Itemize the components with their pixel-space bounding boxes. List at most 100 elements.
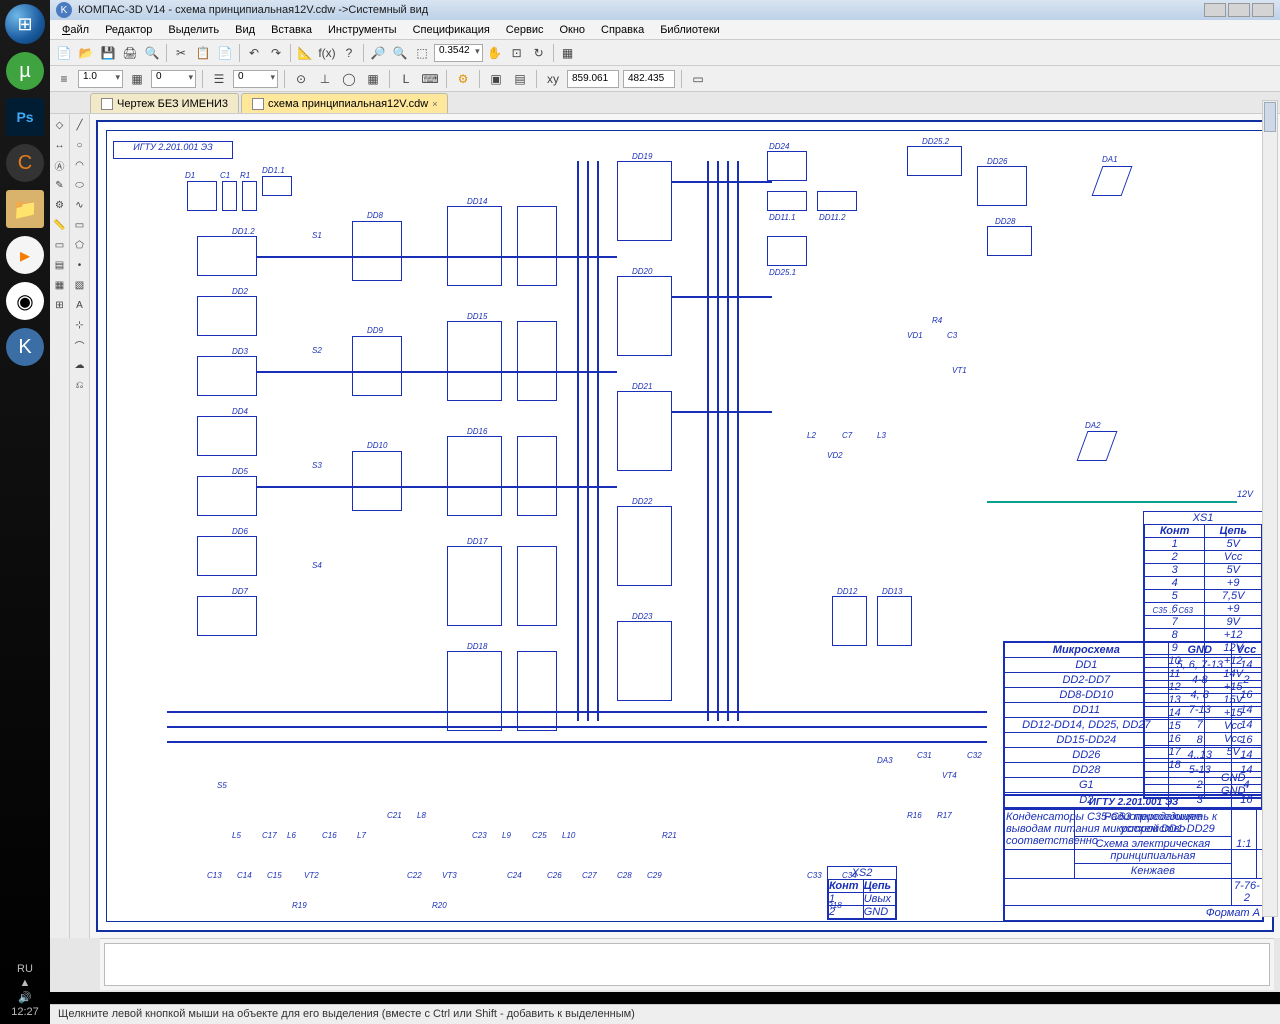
- open-button[interactable]: 📂: [76, 43, 96, 63]
- grid-button[interactable]: ▦: [127, 69, 147, 89]
- taskbar-app-explorer[interactable]: 📁: [6, 190, 44, 228]
- zoom-region-button[interactable]: ⬚: [412, 43, 432, 63]
- separator: [446, 70, 447, 88]
- menu-view[interactable]: Вид: [227, 22, 263, 38]
- axis-icon[interactable]: ⊹: [71, 316, 89, 334]
- menu-service[interactable]: Сервис: [498, 22, 552, 38]
- menu-help[interactable]: Справка: [593, 22, 652, 38]
- views-button[interactable]: ▦: [558, 43, 578, 63]
- layer-combo[interactable]: 0: [233, 70, 278, 88]
- close-button[interactable]: [1252, 3, 1274, 17]
- menu-spec[interactable]: Спецификация: [405, 22, 498, 38]
- hatch-icon[interactable]: ▧: [71, 276, 89, 294]
- tray-icon[interactable]: ▲: [0, 977, 50, 989]
- pan-button[interactable]: ✋: [485, 43, 505, 63]
- dimension-icon[interactable]: ↔: [51, 136, 69, 154]
- preview-button[interactable]: 🔍: [142, 43, 162, 63]
- cloud-icon[interactable]: ☁: [71, 356, 89, 374]
- zoom-in-button[interactable]: 🔎: [368, 43, 388, 63]
- variables-button[interactable]: f(x): [317, 43, 337, 63]
- geometry-icon[interactable]: ◇: [51, 116, 69, 134]
- coord-x-field[interactable]: [567, 70, 619, 88]
- local-cs-button[interactable]: L: [396, 69, 416, 89]
- ortho-button[interactable]: ⊥: [315, 69, 335, 89]
- paste-button[interactable]: 📄: [215, 43, 235, 63]
- component-block: [352, 221, 402, 281]
- step-combo[interactable]: 0: [151, 70, 196, 88]
- menu-window[interactable]: Окно: [551, 22, 593, 38]
- scrollbar-thumb[interactable]: [1264, 114, 1276, 132]
- param-icon[interactable]: ⚙: [51, 196, 69, 214]
- curve-icon[interactable]: ⌒: [71, 336, 89, 354]
- grid-snap-button[interactable]: ▦: [363, 69, 383, 89]
- rect-icon[interactable]: ▭: [71, 216, 89, 234]
- scale-combo[interactable]: 1.0: [78, 70, 123, 88]
- taskbar-app-chrome[interactable]: ◉: [6, 282, 44, 320]
- input-button[interactable]: ⌨: [420, 69, 440, 89]
- taskbar-app-kompas[interactable]: K: [6, 328, 44, 366]
- print-button[interactable]: 🖨: [120, 43, 140, 63]
- redraw-button[interactable]: ↻: [529, 43, 549, 63]
- layer-button[interactable]: ☰: [209, 69, 229, 89]
- menu-file[interactable]: ФФайлайл: [54, 22, 97, 38]
- insert-icon[interactable]: ⊞: [51, 296, 69, 314]
- menu-tools[interactable]: Инструменты: [320, 22, 405, 38]
- text-icon[interactable]: A: [71, 296, 89, 314]
- edit-icon[interactable]: ✎: [51, 176, 69, 194]
- help-button[interactable]: ?: [339, 43, 359, 63]
- designation-icon[interactable]: Ⓐ: [51, 156, 69, 174]
- document-tab-active[interactable]: схема принципиальная12V.cdw ×: [241, 93, 448, 113]
- language-indicator[interactable]: RU: [0, 963, 50, 975]
- menu-select[interactable]: Выделить: [160, 22, 227, 38]
- point-icon[interactable]: •: [71, 256, 89, 274]
- reports-icon[interactable]: ▦: [51, 276, 69, 294]
- menu-libraries[interactable]: Библиотеки: [652, 22, 728, 38]
- tray-icon[interactable]: 🔊: [0, 991, 50, 1004]
- clock[interactable]: 12:27: [0, 1006, 50, 1018]
- misc-button[interactable]: ▭: [688, 69, 708, 89]
- save-button[interactable]: 💾: [98, 43, 118, 63]
- undo-button[interactable]: ↶: [244, 43, 264, 63]
- start-button[interactable]: ⊞: [5, 4, 45, 44]
- cut-button[interactable]: ✂: [171, 43, 191, 63]
- menu-insert[interactable]: Вставка: [263, 22, 320, 38]
- zoom-combo[interactable]: 0.3542: [434, 44, 483, 62]
- redo-button[interactable]: ↷: [266, 43, 286, 63]
- coord-y-field[interactable]: [623, 70, 675, 88]
- snap-settings-button[interactable]: ⚙: [453, 69, 473, 89]
- measure-icon[interactable]: 📏: [51, 216, 69, 234]
- tab-close-icon[interactable]: ×: [432, 99, 437, 109]
- arc-icon[interactable]: ◠: [71, 156, 89, 174]
- ellipse-icon[interactable]: ⬭: [71, 176, 89, 194]
- document-tab[interactable]: Чертеж БЕЗ ИМЕНИ3: [90, 93, 239, 113]
- minimize-button[interactable]: [1204, 3, 1226, 17]
- new-button[interactable]: 📄: [54, 43, 74, 63]
- line-icon[interactable]: ╱: [71, 116, 89, 134]
- maximize-button[interactable]: [1228, 3, 1250, 17]
- message-log[interactable]: [104, 943, 1270, 986]
- copy-button[interactable]: 📋: [193, 43, 213, 63]
- circle-icon[interactable]: ○: [71, 136, 89, 154]
- break-icon[interactable]: ⎌: [71, 376, 89, 394]
- zoom-out-button[interactable]: 🔍: [390, 43, 410, 63]
- view-state-button[interactable]: ▣: [486, 69, 506, 89]
- properties-button[interactable]: 📐: [295, 43, 315, 63]
- component-label: C3: [947, 331, 957, 340]
- vertical-scrollbar[interactable]: [1262, 114, 1278, 917]
- fit-button[interactable]: ⊡: [507, 43, 527, 63]
- drawing-canvas[interactable]: ИГТУ 2.201.001 ЭЗ D1 C1 R1 DD1.1: [90, 114, 1280, 938]
- taskbar-app-utorrent[interactable]: µ: [6, 52, 44, 90]
- component-label: R17: [937, 811, 952, 820]
- polygon-icon[interactable]: ⬠: [71, 236, 89, 254]
- view-colors-button[interactable]: ▤: [510, 69, 530, 89]
- menu-edit[interactable]: Редактор: [97, 22, 160, 38]
- spline-icon[interactable]: ∿: [71, 196, 89, 214]
- taskbar-app-photoshop[interactable]: Ps: [6, 98, 44, 136]
- taskbar-app-ccleaner[interactable]: C: [6, 144, 44, 182]
- snap-button[interactable]: ⊙: [291, 69, 311, 89]
- taskbar-app-media-player[interactable]: ▸: [6, 236, 44, 274]
- round-button[interactable]: ◯: [339, 69, 359, 89]
- line-style-button[interactable]: ≡: [54, 69, 74, 89]
- spec-icon[interactable]: ▤: [51, 256, 69, 274]
- select-icon[interactable]: ▭: [51, 236, 69, 254]
